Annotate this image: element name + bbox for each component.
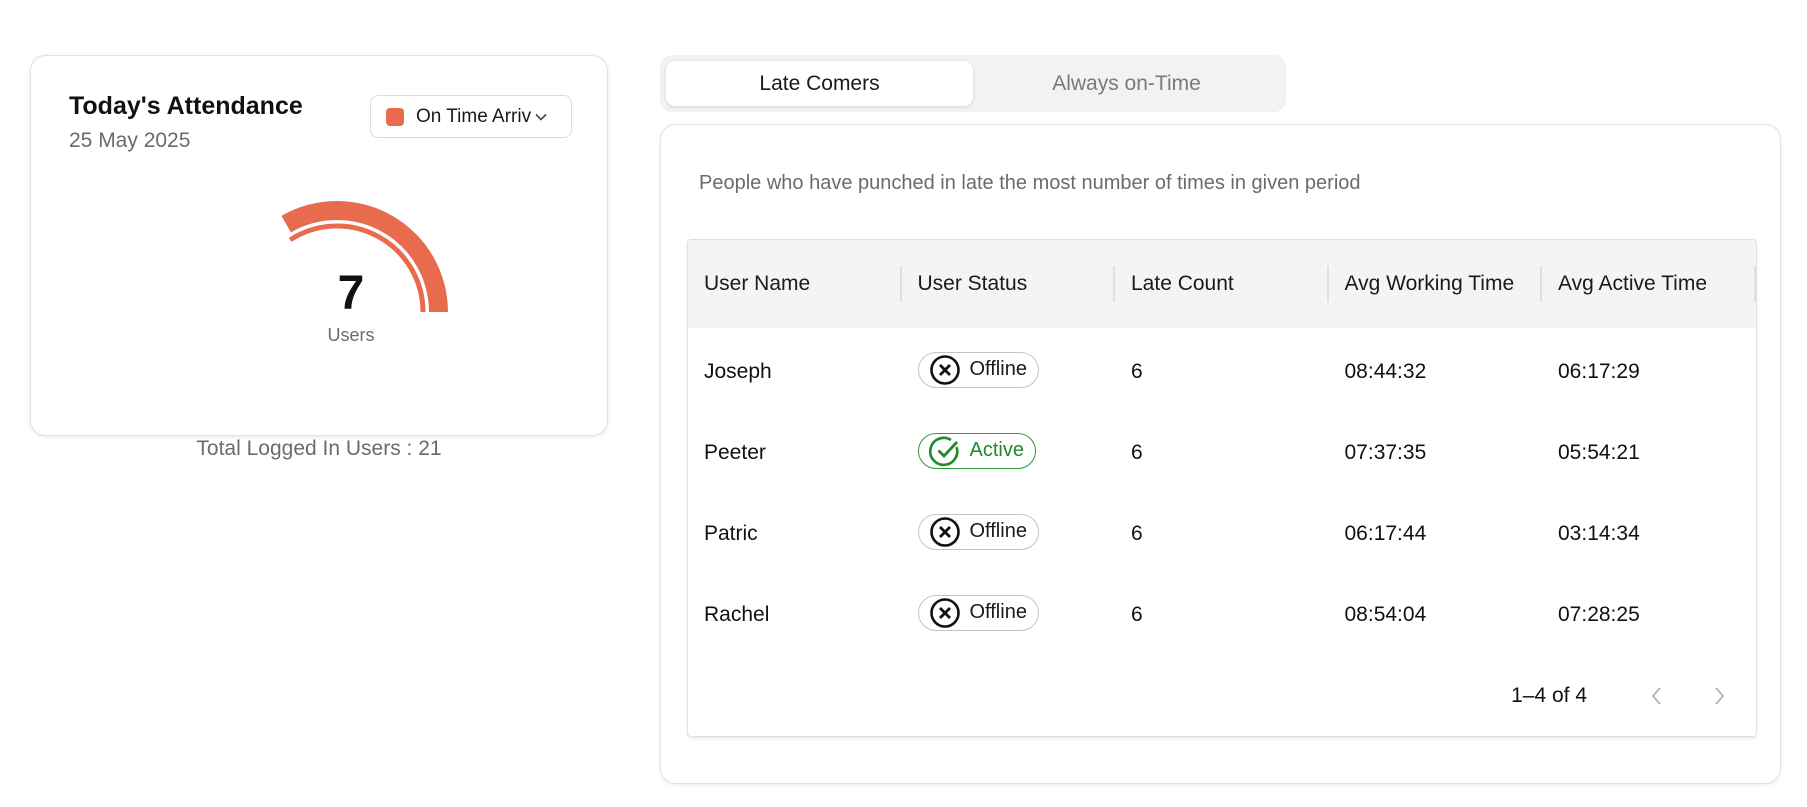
pagination: 1–4 of 4 — [688, 656, 1756, 736]
cell-avg-active-time: 03:14:34 — [1558, 521, 1640, 545]
tab-late-comers[interactable]: Late Comers — [666, 61, 973, 106]
cell-late-count: 6 — [1131, 521, 1143, 545]
status-badge: Active — [917, 432, 1036, 469]
cell-late-count: 6 — [1131, 602, 1143, 626]
cell-avg-working-time: 08:54:04 — [1344, 602, 1427, 626]
cell-avg-active-time: 07:28:25 — [1558, 602, 1640, 626]
cell-late-count: 6 — [1131, 359, 1143, 383]
offline-x-icon — [929, 597, 960, 628]
offline-x-icon — [929, 516, 960, 547]
column-header-user-name[interactable]: User Name — [688, 240, 902, 328]
chevron-left-icon — [1651, 687, 1661, 705]
table-header: User Name User Status Late Count Avg Wor… — [688, 240, 1756, 328]
status-badge: Offline — [917, 594, 1039, 631]
active-check-icon — [928, 436, 958, 466]
column-divider[interactable] — [1753, 266, 1756, 302]
attendance-card: Today's Attendance 25 May 2025 On Time A… — [30, 55, 608, 436]
status-badge-label: Active — [969, 439, 1024, 461]
cell-user-name: Patric — [704, 521, 758, 545]
attendance-gauge — [281, 201, 448, 313]
status-badge: Offline — [917, 351, 1039, 388]
column-header-user-status[interactable]: User Status — [902, 240, 1115, 328]
column-header-late-count[interactable]: Late Count — [1115, 240, 1329, 328]
table-body: Joseph Offline 6 08:44:32 06:17:29 Peeter Acti… — [688, 328, 1756, 655]
column-header-avg-working-time[interactable]: Avg Working Time — [1329, 240, 1542, 328]
tab-bar: Late Comers Always on-Time — [660, 55, 1286, 112]
previous-page-button[interactable] — [1637, 676, 1677, 716]
cell-avg-active-time: 05:54:21 — [1558, 440, 1640, 464]
next-page-button[interactable] — [1699, 676, 1739, 716]
cell-late-count: 6 — [1131, 440, 1143, 464]
late-comers-table: User Name User Status Late Count Avg Wor… — [687, 239, 1757, 737]
column-header-label: User Status — [917, 272, 1028, 295]
gauge-value: 7 — [337, 267, 365, 320]
column-header-label: User Name — [704, 272, 811, 295]
offline-x-icon — [929, 354, 960, 385]
cell-user-status: Offline — [902, 594, 1116, 635]
cell-avg-working-time: 07:37:35 — [1344, 440, 1427, 464]
total-logged-in-users: Total Logged In Users : 21 — [196, 437, 442, 460]
cell-user-name: Rachel — [704, 602, 770, 626]
column-header-avg-active-time[interactable]: Avg Active Time — [1542, 240, 1756, 328]
panel-description: People who have punched in late the most… — [699, 172, 1361, 194]
table-row[interactable]: Patric Offline 6 06:17:44 03:14:34 — [688, 493, 1756, 574]
column-header-label: Late Count — [1131, 272, 1234, 295]
table-row[interactable]: Joseph Offline 6 08:44:32 06:17:29 — [688, 331, 1756, 412]
cell-user-name: Joseph — [704, 359, 772, 383]
pagination-range: 1–4 of 4 — [1511, 684, 1587, 707]
late-comers-panel: People who have punched in late the most… — [660, 124, 1781, 784]
table-row[interactable]: Rachel Offline 6 08:54:04 07:28:25 — [688, 574, 1756, 655]
table-row[interactable]: Peeter Active 6 07:37:35 05:54:21 — [688, 412, 1756, 493]
cell-user-status: Offline — [902, 351, 1116, 392]
status-badge-label: Offline — [969, 601, 1027, 623]
column-header-label: Avg Active Time — [1558, 272, 1708, 295]
status-badge-label: Offline — [969, 520, 1027, 542]
cell-user-status: Offline — [902, 513, 1116, 554]
column-header-label: Avg Working Time — [1344, 272, 1515, 295]
cell-avg-working-time: 06:17:44 — [1344, 521, 1427, 545]
status-badge-label: Offline — [969, 358, 1027, 380]
gauge-label: Users — [327, 325, 375, 345]
cell-avg-active-time: 06:17:29 — [1558, 359, 1640, 383]
cell-user-name: Peeter — [704, 440, 766, 464]
status-badge: Offline — [917, 513, 1039, 550]
tab-always-on-time[interactable]: Always on-Time — [973, 61, 1280, 106]
chevron-right-icon — [1715, 687, 1725, 705]
cell-avg-working-time: 08:44:32 — [1344, 359, 1427, 383]
cell-user-status: Active — [902, 432, 1116, 473]
